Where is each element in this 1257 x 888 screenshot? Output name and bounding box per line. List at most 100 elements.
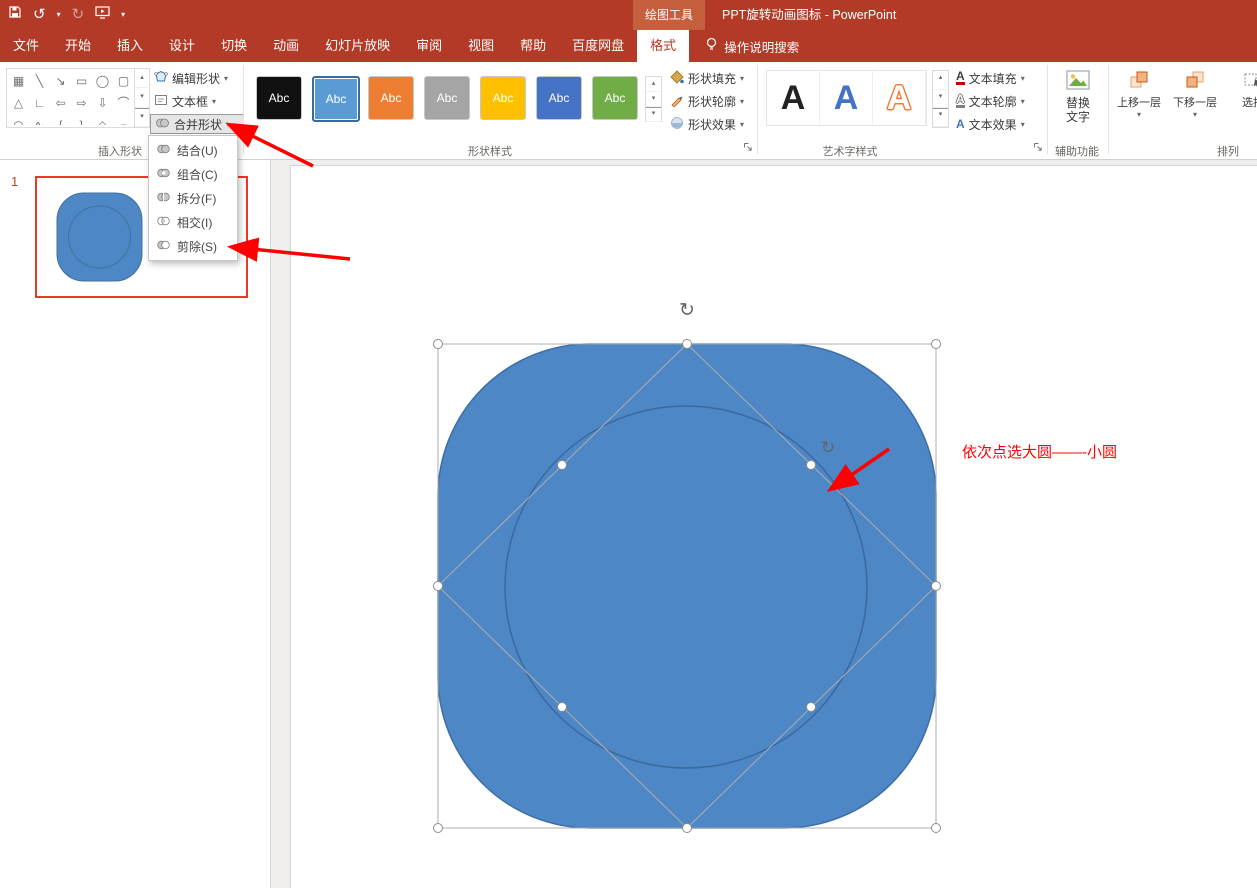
- gallery-scroll-down-icon[interactable]: ▾: [135, 88, 149, 108]
- selection-handle[interactable]: [433, 581, 443, 591]
- selection-handle[interactable]: [931, 823, 941, 833]
- tab-design[interactable]: 设计: [156, 30, 208, 62]
- tell-me-search[interactable]: 操作说明搜索: [705, 30, 799, 62]
- shape-gallery-icon[interactable]: ∟: [29, 92, 50, 114]
- shape-gallery-icon[interactable]: ▭: [71, 70, 92, 92]
- bring-forward-button[interactable]: 上移一层 ▾: [1112, 70, 1166, 119]
- selection-handle[interactable]: [433, 823, 443, 833]
- selection-handle[interactable]: [931, 339, 941, 349]
- shape-gallery-icon[interactable]: ◯: [92, 70, 113, 92]
- shape-gallery-icon[interactable]: ∿: [29, 114, 50, 125]
- tab-view[interactable]: 视图: [455, 30, 507, 62]
- text-fill-button[interactable]: A 文本填充 ▾: [952, 68, 1052, 88]
- dialog-launcher-icon[interactable]: [743, 142, 753, 152]
- menu-item-subtract[interactable]: 剪除(S): [149, 234, 237, 258]
- start-slideshow-icon[interactable]: [95, 0, 110, 30]
- selection-handle[interactable]: [806, 702, 816, 712]
- shape-gallery-icon[interactable]: ▢: [113, 70, 134, 92]
- shape-gallery-icon[interactable]: △: [8, 92, 29, 114]
- slide[interactable]: ↻ ↻: [290, 165, 1257, 888]
- styles-scroll-down-icon[interactable]: ▾: [646, 92, 661, 107]
- shape-style-chip[interactable]: Abc: [424, 76, 470, 120]
- tab-slideshow[interactable]: 幻灯片放映: [312, 30, 403, 62]
- shape-style-chip[interactable]: Abc: [480, 76, 526, 120]
- shape-fill-icon: [670, 69, 684, 87]
- menu-item-combine[interactable]: 组合(C): [149, 162, 237, 186]
- ribbon-tab-row: 文件 开始 插入 设计 切换 动画 幻灯片放映 审阅 视图 帮助 百度网盘 格式…: [0, 30, 1257, 62]
- bring-forward-icon: [1129, 70, 1149, 93]
- wordart-style-blue[interactable]: A: [820, 71, 873, 125]
- alt-text-button[interactable]: 替换文字: [1052, 70, 1104, 124]
- wordart-style-black[interactable]: A: [767, 71, 820, 125]
- wordart-more-icon[interactable]: ▾: [933, 108, 948, 128]
- dropdown-caret-icon: ▾: [1020, 119, 1025, 129]
- shape-outline-button[interactable]: 形状轮廓 ▾: [666, 91, 766, 111]
- rotate-handle-icon[interactable]: ↻: [679, 300, 695, 321]
- shape-style-chip[interactable]: Abc: [592, 76, 638, 120]
- shape-gallery-icon[interactable]: ◇: [92, 114, 113, 125]
- text-box-icon: [154, 93, 168, 110]
- menu-item-label: 结合(U): [177, 143, 218, 158]
- selection-handle[interactable]: [557, 702, 567, 712]
- shape-style-chip[interactable]: Abc: [256, 76, 302, 120]
- shape-gallery-icon[interactable]: ⇨: [71, 92, 92, 114]
- styles-more-icon[interactable]: ▾: [646, 107, 661, 122]
- selection-handle[interactable]: [806, 460, 816, 470]
- shape-gallery-icon[interactable]: ⌐: [113, 114, 134, 125]
- selection-pane-button[interactable]: 选择: [1226, 70, 1257, 110]
- selection-handle[interactable]: [557, 460, 567, 470]
- menu-item-fragment[interactable]: 拆分(F): [149, 186, 237, 210]
- wordart-style-orange-outline[interactable]: A: [873, 71, 926, 125]
- shape-style-chip[interactable]: Abc: [536, 76, 582, 120]
- undo-caret-icon[interactable]: ▾: [57, 0, 61, 30]
- text-outline-button[interactable]: A 文本轮廓 ▾: [952, 91, 1052, 111]
- tab-animations[interactable]: 动画: [260, 30, 312, 62]
- undo-icon[interactable]: ↺: [33, 0, 46, 30]
- redo-icon[interactable]: ↻: [72, 0, 85, 30]
- merge-shapes-button[interactable]: 合并形状 ▾: [150, 114, 244, 134]
- wordart-scroll-up-icon[interactable]: ▴: [933, 71, 948, 90]
- tab-file[interactable]: 文件: [0, 30, 52, 62]
- tab-review[interactable]: 审阅: [403, 30, 455, 62]
- shape-gallery-icon[interactable]: ⇦: [50, 92, 71, 114]
- shape-gallery-icon[interactable]: ⇩: [92, 92, 113, 114]
- menu-item-union[interactable]: 结合(U): [149, 138, 237, 162]
- qat-customize-icon[interactable]: ▾: [121, 0, 125, 30]
- gallery-scroll-up-icon[interactable]: ▴: [135, 69, 149, 89]
- shape-gallery-icon[interactable]: ▦: [8, 70, 29, 92]
- edit-shape-button[interactable]: 编辑形状 ▾: [150, 68, 248, 88]
- shape-style-chip[interactable]: Abc: [368, 76, 414, 120]
- tab-home[interactable]: 开始: [52, 30, 104, 62]
- selection-handle[interactable]: [682, 339, 692, 349]
- shape-gallery-icon[interactable]: {: [50, 114, 71, 125]
- shape-fill-button[interactable]: 形状填充 ▾: [666, 68, 766, 88]
- selection-handle[interactable]: [931, 581, 941, 591]
- tab-insert[interactable]: 插入: [104, 30, 156, 62]
- text-box-button[interactable]: 文本框 ▾: [150, 91, 242, 111]
- gallery-more-icon[interactable]: ▾: [135, 108, 149, 127]
- selection-handle[interactable]: [433, 339, 443, 349]
- shape-gallery-icon[interactable]: ╲: [29, 70, 50, 92]
- styles-scroll-up-icon[interactable]: ▴: [646, 77, 661, 92]
- menu-item-intersect[interactable]: 相交(I): [149, 210, 237, 234]
- shape-gallery-icon[interactable]: ⌒: [113, 92, 134, 114]
- text-effects-label: 文本效果: [968, 117, 1017, 132]
- shape-style-chip-selected[interactable]: Abc: [312, 76, 360, 122]
- save-icon[interactable]: [8, 0, 22, 30]
- shape-effects-label: 形状效果: [688, 117, 737, 132]
- selection-handle[interactable]: [682, 823, 692, 833]
- wordart-scroll-down-icon[interactable]: ▾: [933, 90, 948, 109]
- tab-baidu-netdisk[interactable]: 百度网盘: [559, 30, 637, 62]
- tab-help[interactable]: 帮助: [507, 30, 559, 62]
- merge-shapes-menu: 结合(U) 组合(C) 拆分(F) 相交(I) 剪除(S): [148, 135, 238, 261]
- shape-fill-label: 形状填充: [688, 71, 737, 86]
- rotate-handle-icon[interactable]: ↻: [821, 438, 835, 457]
- shape-gallery-icon[interactable]: }: [71, 114, 92, 125]
- tab-format[interactable]: 格式: [637, 30, 690, 62]
- text-effects-button[interactable]: A 文本效果 ▾: [952, 114, 1052, 134]
- shape-gallery-icon[interactable]: ↘: [50, 70, 71, 92]
- shape-gallery-icon[interactable]: ◠: [8, 114, 29, 125]
- send-backward-button[interactable]: 下移一层 ▾: [1168, 70, 1222, 119]
- shape-effects-button[interactable]: 形状效果 ▾: [666, 114, 766, 134]
- tab-transitions[interactable]: 切换: [208, 30, 260, 62]
